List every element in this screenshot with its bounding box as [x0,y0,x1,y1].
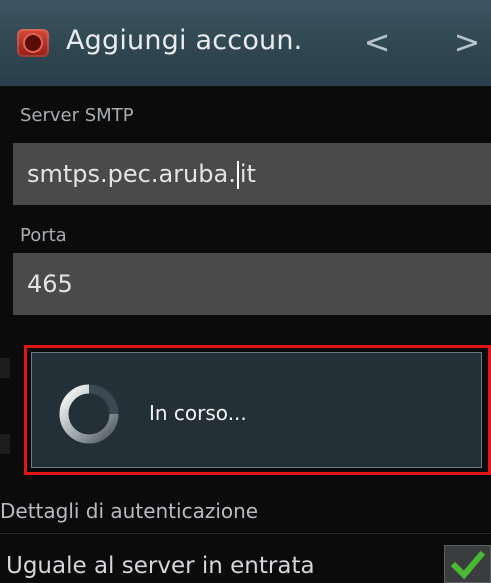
same-as-incoming-label: Uguale al server in entrata [6,553,315,579]
auth-section-header: Dettagli di autenticazione [0,499,259,523]
chevron-right-icon[interactable]: > [447,22,487,62]
smtp-server-input[interactable]: smtps.pec.aruba. it [13,143,491,205]
port-input[interactable]: 465 [13,253,491,315]
port-label: Porta [20,225,67,246]
action-bar: Aggiungi accoun. < > [0,0,491,87]
obscured-label [0,434,10,454]
checkmark-icon [451,550,485,580]
chevron-left-icon[interactable]: < [357,22,397,62]
smtp-server-value-tail: it [239,160,256,188]
page-title: Aggiungi accoun. [66,25,303,56]
text-cursor [236,161,239,189]
same-as-incoming-checkbox[interactable] [444,545,491,583]
divider [0,533,491,534]
obscured-label [0,358,10,378]
smtp-server-value: smtps.pec.aruba. [27,160,236,188]
port-value: 465 [27,270,73,298]
progress-dialog: In corso... [31,352,482,468]
progress-message: In corso... [149,401,247,425]
smtp-server-label: Server SMTP [20,105,134,126]
email-app-icon[interactable] [17,29,49,57]
loading-spinner-icon [59,384,119,444]
